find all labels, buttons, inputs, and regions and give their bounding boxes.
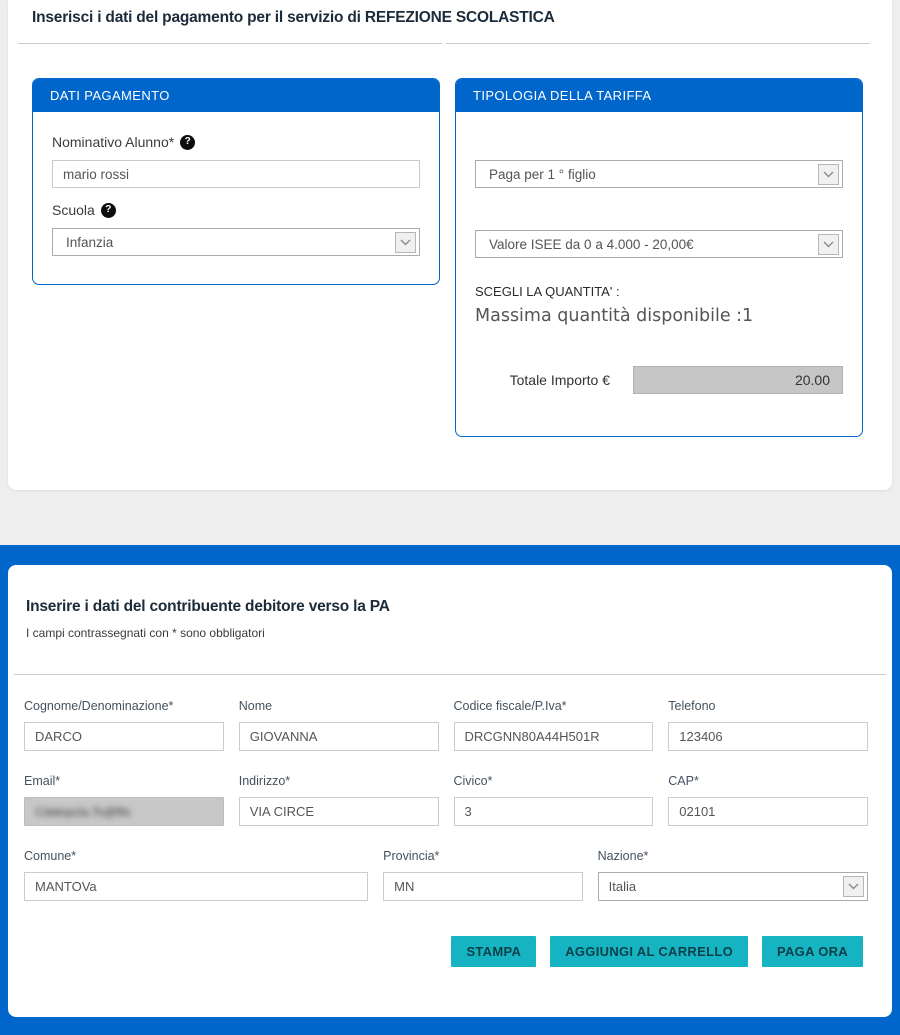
cognome-label: Cognome/Denominazione* [24,699,224,713]
debtor-title: Inserire i dati del contribuente debitor… [8,565,892,616]
provincia-input[interactable] [383,872,583,901]
indirizzo-field-group: Indirizzo* [239,774,439,826]
nominativo-alunno-label-text: Nominativo Alunno* [52,134,174,150]
cognome-field-group: Cognome/Denominazione* [24,699,224,751]
massima-quantita-text: Massima quantità disponibile :1 [475,306,843,326]
tipologia-tariffa-panel: TIPOLOGIA DELLA TARIFFA Paga per 1 ° fig… [455,78,863,437]
email-input-disabled: Cdalnpcla.Ts@flls [24,797,224,826]
question-circle-icon[interactable]: ? [180,135,195,150]
email-label: Email* [24,774,224,788]
nome-input[interactable] [239,722,439,751]
paga-ora-button[interactable]: PAGA ORA [762,936,863,967]
tipologia-tariffa-header: TIPOLOGIA DELLA TARIFFA [456,79,862,112]
civico-input[interactable] [454,797,654,826]
question-circle-icon[interactable]: ? [101,203,116,218]
comune-field-group: Comune* [24,849,368,901]
figlio-select[interactable]: Paga per 1 ° figlio [475,160,843,188]
payment-data-card: Inserisci i dati del pagamento per il se… [8,0,892,490]
chevron-down-icon[interactable] [395,232,416,253]
chevron-down-icon[interactable] [818,164,839,185]
cap-label: CAP* [668,774,868,788]
comune-input[interactable] [24,872,368,901]
nazione-select[interactable]: Italia [598,872,868,901]
telefono-label: Telefono [668,699,868,713]
scuola-label: Scuola ? [52,202,420,218]
section-gap [0,490,900,545]
aggiungi-al-carrello-button[interactable]: AGGIUNGI AL CARRELLO [550,936,748,967]
totale-importo-value: 20.00 [633,366,843,394]
nazione-field-group: Nazione* Italia [598,849,868,901]
provincia-field-group: Provincia* [383,849,583,901]
cognome-input[interactable] [24,722,224,751]
codice-fiscale-label: Codice fiscale/P.Iva* [454,699,654,713]
nome-label: Nome [239,699,439,713]
figlio-select-value: Paga per 1 ° figlio [489,167,596,182]
nome-field-group: Nome [239,699,439,751]
stampa-button[interactable]: STAMPA [451,936,536,967]
indirizzo-label: Indirizzo* [239,774,439,788]
chevron-down-icon[interactable] [818,234,839,255]
codice-fiscale-input[interactable] [454,722,654,751]
nazione-label: Nazione* [598,849,868,863]
scegli-quantita-label: SCEGLI LA QUANTITA' : [475,284,843,299]
dati-pagamento-panel: DATI PAGAMENTO Nominativo Alunno* ? Scuo… [32,78,440,285]
email-redacted-text: Cdalnpcla.Ts@flls [35,805,131,819]
civico-field-group: Civico* [454,774,654,826]
civico-label: Civico* [454,774,654,788]
debtor-data-card: Inserire i dati del contribuente debitor… [8,565,892,1017]
scuola-select[interactable]: Infanzia [52,228,420,256]
indirizzo-input[interactable] [239,797,439,826]
isee-select-value: Valore ISEE da 0 a 4.000 - 20,00€ [489,237,694,252]
codice-fiscale-field-group: Codice fiscale/P.Iva* [454,699,654,751]
telefono-field-group: Telefono [668,699,868,751]
dati-pagamento-header: DATI PAGAMENTO [33,79,439,112]
comune-label: Comune* [24,849,368,863]
nominativo-alunno-label: Nominativo Alunno* ? [52,134,420,150]
nominativo-alunno-input[interactable] [52,160,420,188]
scuola-select-value: Infanzia [66,235,113,250]
page-title: Inserisci i dati del pagamento per il se… [8,0,892,27]
telefono-input[interactable] [668,722,868,751]
email-field-group: Email* Cdalnpcla.Ts@flls [24,774,224,826]
debtor-section-background: Inserire i dati del contribuente debitor… [0,545,900,1035]
cap-input[interactable] [668,797,868,826]
scuola-label-text: Scuola [52,202,95,218]
provincia-label: Provincia* [383,849,583,863]
cap-field-group: CAP* [668,774,868,826]
required-fields-note: I campi contrassegnati con * sono obblig… [8,616,892,640]
chevron-down-icon[interactable] [843,876,864,897]
nazione-select-value: Italia [609,879,636,894]
totale-importo-label: Totale Importo € [475,372,633,388]
isee-select[interactable]: Valore ISEE da 0 a 4.000 - 20,00€ [475,230,843,258]
